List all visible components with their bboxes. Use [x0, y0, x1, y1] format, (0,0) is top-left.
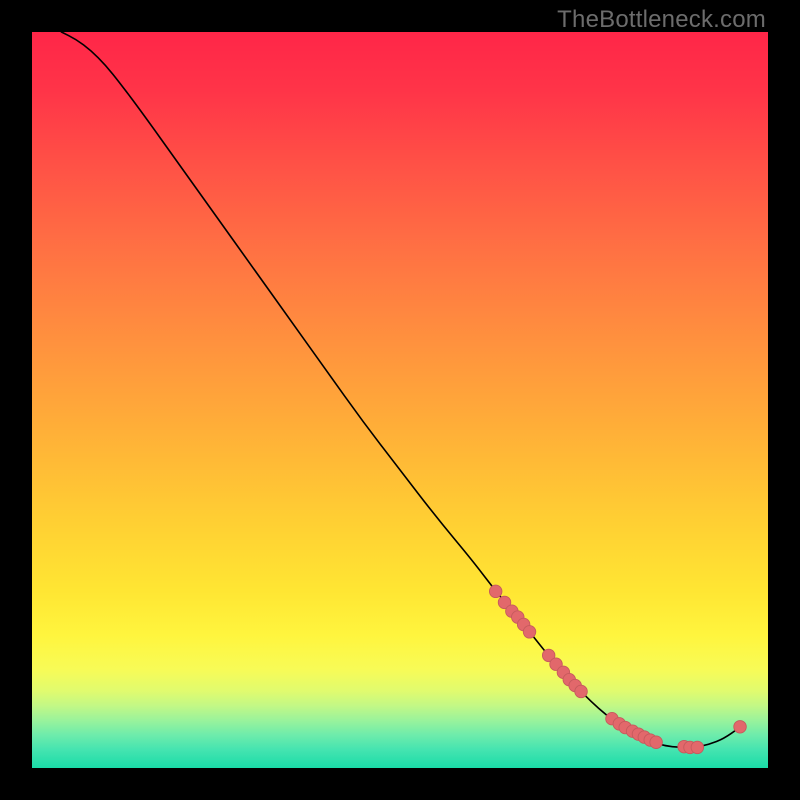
figure-stage: TheBottleneck.com: [0, 0, 800, 800]
marker-dot: [734, 721, 747, 734]
marker-dot: [691, 741, 704, 754]
marker-dot: [523, 626, 536, 639]
plot-area: [32, 32, 768, 768]
watermark-text: TheBottleneck.com: [557, 6, 766, 34]
marker-dot: [489, 585, 502, 598]
dots-layer: [32, 32, 768, 768]
marker-dot: [650, 736, 663, 749]
marker-dot: [575, 685, 588, 698]
